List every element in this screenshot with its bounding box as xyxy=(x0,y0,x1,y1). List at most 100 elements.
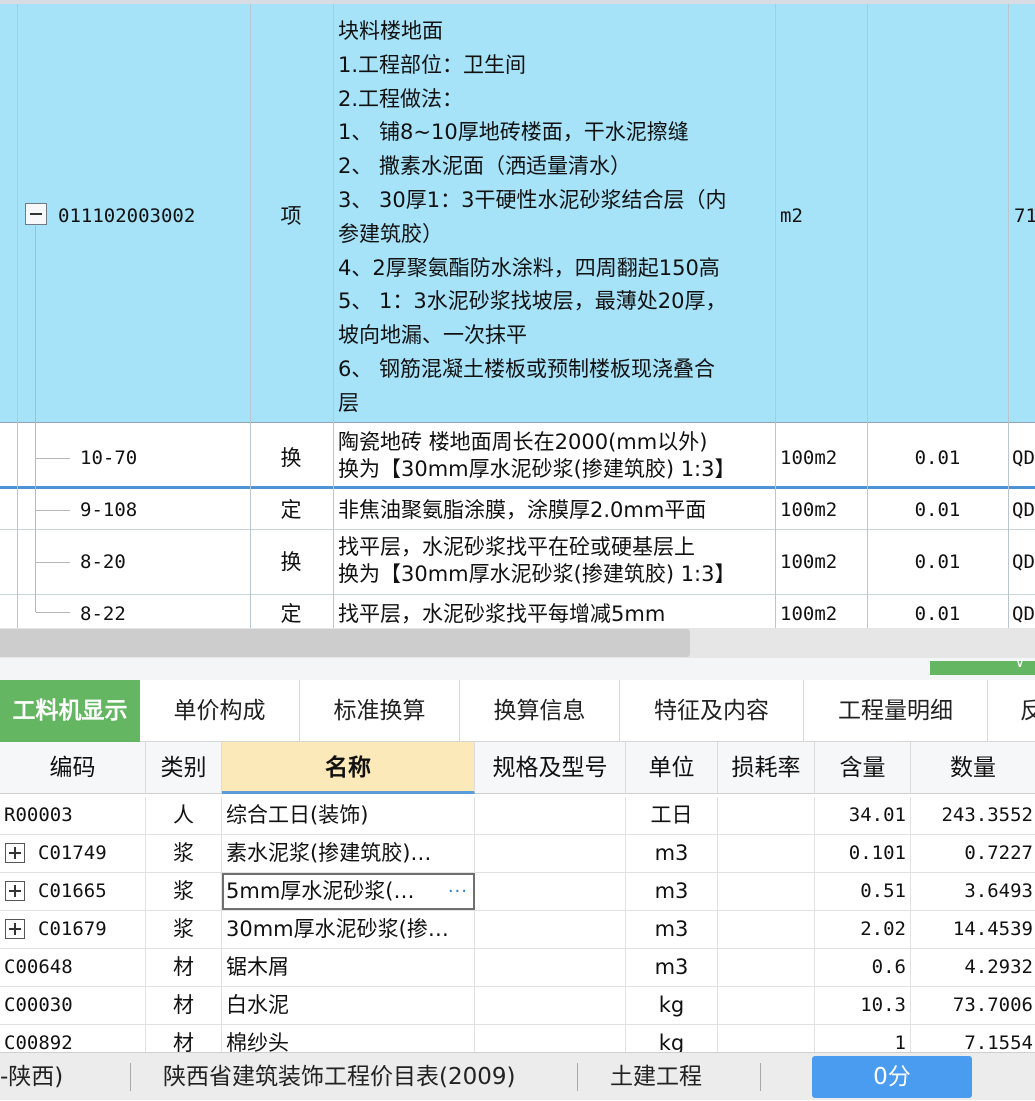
quota-qty: 0.01 xyxy=(914,447,961,469)
desc-line: 块料楼地面 xyxy=(338,19,443,43)
cell-spec[interactable] xyxy=(475,949,626,986)
desc-line: 1.工程部位：卫生间 xyxy=(338,52,527,77)
table-row[interactable]: C01665 浆 5mm厚水泥砂浆(… ··· m3 0.51 3.6493 xyxy=(0,873,1035,911)
score-button[interactable]: 0分 xyxy=(812,1056,972,1098)
status-separator xyxy=(130,1063,131,1091)
cell-content[interactable]: 0.6 xyxy=(815,949,911,986)
cell-name[interactable]: 棉纱头 xyxy=(222,1025,475,1052)
tab-quantity-details[interactable]: 工程量明细 xyxy=(804,680,988,742)
cell-loss-rate[interactable] xyxy=(718,873,815,910)
more-options-icon[interactable]: ··· xyxy=(448,873,468,910)
tree-line xyxy=(36,562,70,563)
cell-loss-rate[interactable] xyxy=(718,987,815,1024)
cell-quantity: 73.7006 xyxy=(952,994,1033,1016)
cell-unit: m3 xyxy=(626,949,718,986)
desc-line: 参建筑胶） xyxy=(338,221,443,246)
splitter[interactable] xyxy=(0,658,1035,680)
cell-code: C00030 xyxy=(0,987,146,1024)
expand-icon[interactable] xyxy=(5,881,25,901)
cell-loss-rate[interactable] xyxy=(718,797,815,834)
cell-name[interactable]: 白水泥 xyxy=(222,987,475,1024)
cell-category: 浆 xyxy=(146,873,222,910)
desc-line: 1、 铺8~10厚地砖楼面，干水泥擦缝 xyxy=(338,120,689,145)
quota-extra: QD xyxy=(1012,447,1035,469)
bill-unit: m2 xyxy=(780,205,803,227)
scrollbar-thumb[interactable] xyxy=(0,629,690,657)
quota-name-line2: 换为【30mm厚水泥砂浆(掺建筑胶) 1:3】 xyxy=(338,562,736,586)
table-row[interactable]: C00648 材 锯木屑 m3 0.6 4.2932 xyxy=(0,949,1035,987)
cell-spec[interactable] xyxy=(475,911,626,948)
tree-line xyxy=(35,226,36,612)
cell-code: C00648 xyxy=(0,949,146,986)
quota-type: 定 xyxy=(280,602,302,626)
cell-content[interactable]: 0.51 xyxy=(815,873,911,910)
cell-category: 材 xyxy=(146,1025,222,1052)
tree-line xyxy=(36,510,70,511)
col-header-category[interactable]: 类别 xyxy=(146,742,222,794)
quota-unit: 100m2 xyxy=(780,499,838,521)
cell-quantity: 4.2932 xyxy=(964,956,1033,978)
quota-qty: 0.01 xyxy=(914,499,961,521)
col-header-spec[interactable]: 规格及型号 xyxy=(475,742,626,794)
cell-quantity: 0.7227 xyxy=(964,842,1033,864)
cell-content[interactable]: 0.101 xyxy=(815,835,911,872)
cell-code: C00892 xyxy=(0,1025,146,1052)
cell-spec[interactable] xyxy=(475,987,626,1024)
cell-spec[interactable] xyxy=(475,1025,626,1052)
cell-loss-rate[interactable] xyxy=(718,835,815,872)
cell-spec[interactable] xyxy=(475,873,626,910)
bill-type: 项 xyxy=(280,204,302,228)
expand-icon[interactable] xyxy=(5,919,25,939)
cell-name[interactable]: 综合工日(装饰) xyxy=(222,797,475,834)
col-header-quantity[interactable]: 数量 xyxy=(911,742,1035,794)
cell-loss-rate[interactable] xyxy=(718,911,815,948)
quota-extra: QD xyxy=(1012,603,1035,625)
tab-more[interactable]: 反 xyxy=(988,680,1035,742)
expand-icon[interactable] xyxy=(5,843,25,863)
cell-name[interactable]: 锯木屑 xyxy=(222,949,475,986)
cell-category: 浆 xyxy=(146,835,222,872)
status-project-type: 土建工程 xyxy=(610,1064,702,1090)
col-header-loss-rate[interactable]: 损耗率 xyxy=(718,742,815,794)
cell-name[interactable]: 30mm厚水泥砂浆(掺… xyxy=(222,911,475,948)
cell-loss-rate[interactable] xyxy=(718,949,815,986)
cell-content[interactable]: 34.01 xyxy=(815,797,911,834)
table-row[interactable]: C00030 材 白水泥 kg 10.3 73.7006 xyxy=(0,987,1035,1025)
col-header-unit[interactable]: 单位 xyxy=(626,742,718,794)
cell-category: 浆 xyxy=(146,911,222,948)
tab-conversion-info[interactable]: 换算信息 xyxy=(460,680,620,742)
quota-name: 找平层，水泥砂浆找平在砼或硬基层上 xyxy=(338,535,695,559)
quota-qty: 0.01 xyxy=(914,603,961,625)
collapse-panel-chevron-icon[interactable] xyxy=(930,655,1035,675)
cell-name-editing[interactable]: 5mm厚水泥砂浆(… ··· xyxy=(222,873,475,910)
table-row[interactable]: C00892 材 棉纱头 kg 1 7.1554 xyxy=(0,1025,1035,1052)
cell-spec[interactable] xyxy=(475,797,626,834)
col-header-content[interactable]: 含量 xyxy=(815,742,911,794)
tab-features-content[interactable]: 特征及内容 xyxy=(620,680,804,742)
cell-content[interactable]: 10.3 xyxy=(815,987,911,1024)
cell-category: 材 xyxy=(146,949,222,986)
desc-line: 6、 钢筋混凝土楼板或预制楼板现浇叠合 xyxy=(338,357,716,381)
collapse-icon[interactable] xyxy=(25,203,47,225)
quota-unit: 100m2 xyxy=(780,447,838,469)
cell-loss-rate[interactable] xyxy=(718,1025,815,1052)
cell-name[interactable]: 素水泥浆(掺建筑胶)… xyxy=(222,835,475,872)
tab-labor-material-machine[interactable]: 工料机显示 xyxy=(0,680,140,742)
table-row[interactable]: C01679 浆 30mm厚水泥砂浆(掺… m3 2.02 14.4539 xyxy=(0,911,1035,949)
col-header-name[interactable]: 名称 xyxy=(222,742,475,794)
table-row[interactable]: R00003 人 综合工日(装饰) 工日 34.01 243.3552 xyxy=(0,797,1035,835)
tab-standard-conversion[interactable]: 标准换算 xyxy=(300,680,460,742)
quota-unit: 100m2 xyxy=(780,603,838,625)
col-header-code[interactable]: 编码 xyxy=(0,742,146,794)
cell-unit: 工日 xyxy=(626,797,718,834)
tab-unit-price-composition[interactable]: 单价构成 xyxy=(140,680,300,742)
cell-content[interactable]: 2.02 xyxy=(815,911,911,948)
table-row[interactable]: C01749 浆 素水泥浆(掺建筑胶)… m3 0.101 0.7227 xyxy=(0,835,1035,873)
status-region: -陕西) xyxy=(0,1064,64,1090)
status-separator xyxy=(760,1063,761,1091)
bill-grid: 011102003002 项 m2 71 块料楼地面 1.工程部位：卫生间 2.… xyxy=(0,0,1035,628)
cell-unit: kg xyxy=(626,1025,718,1052)
cell-content[interactable]: 1 xyxy=(815,1025,911,1052)
cell-spec[interactable] xyxy=(475,835,626,872)
cell-unit: kg xyxy=(626,987,718,1024)
